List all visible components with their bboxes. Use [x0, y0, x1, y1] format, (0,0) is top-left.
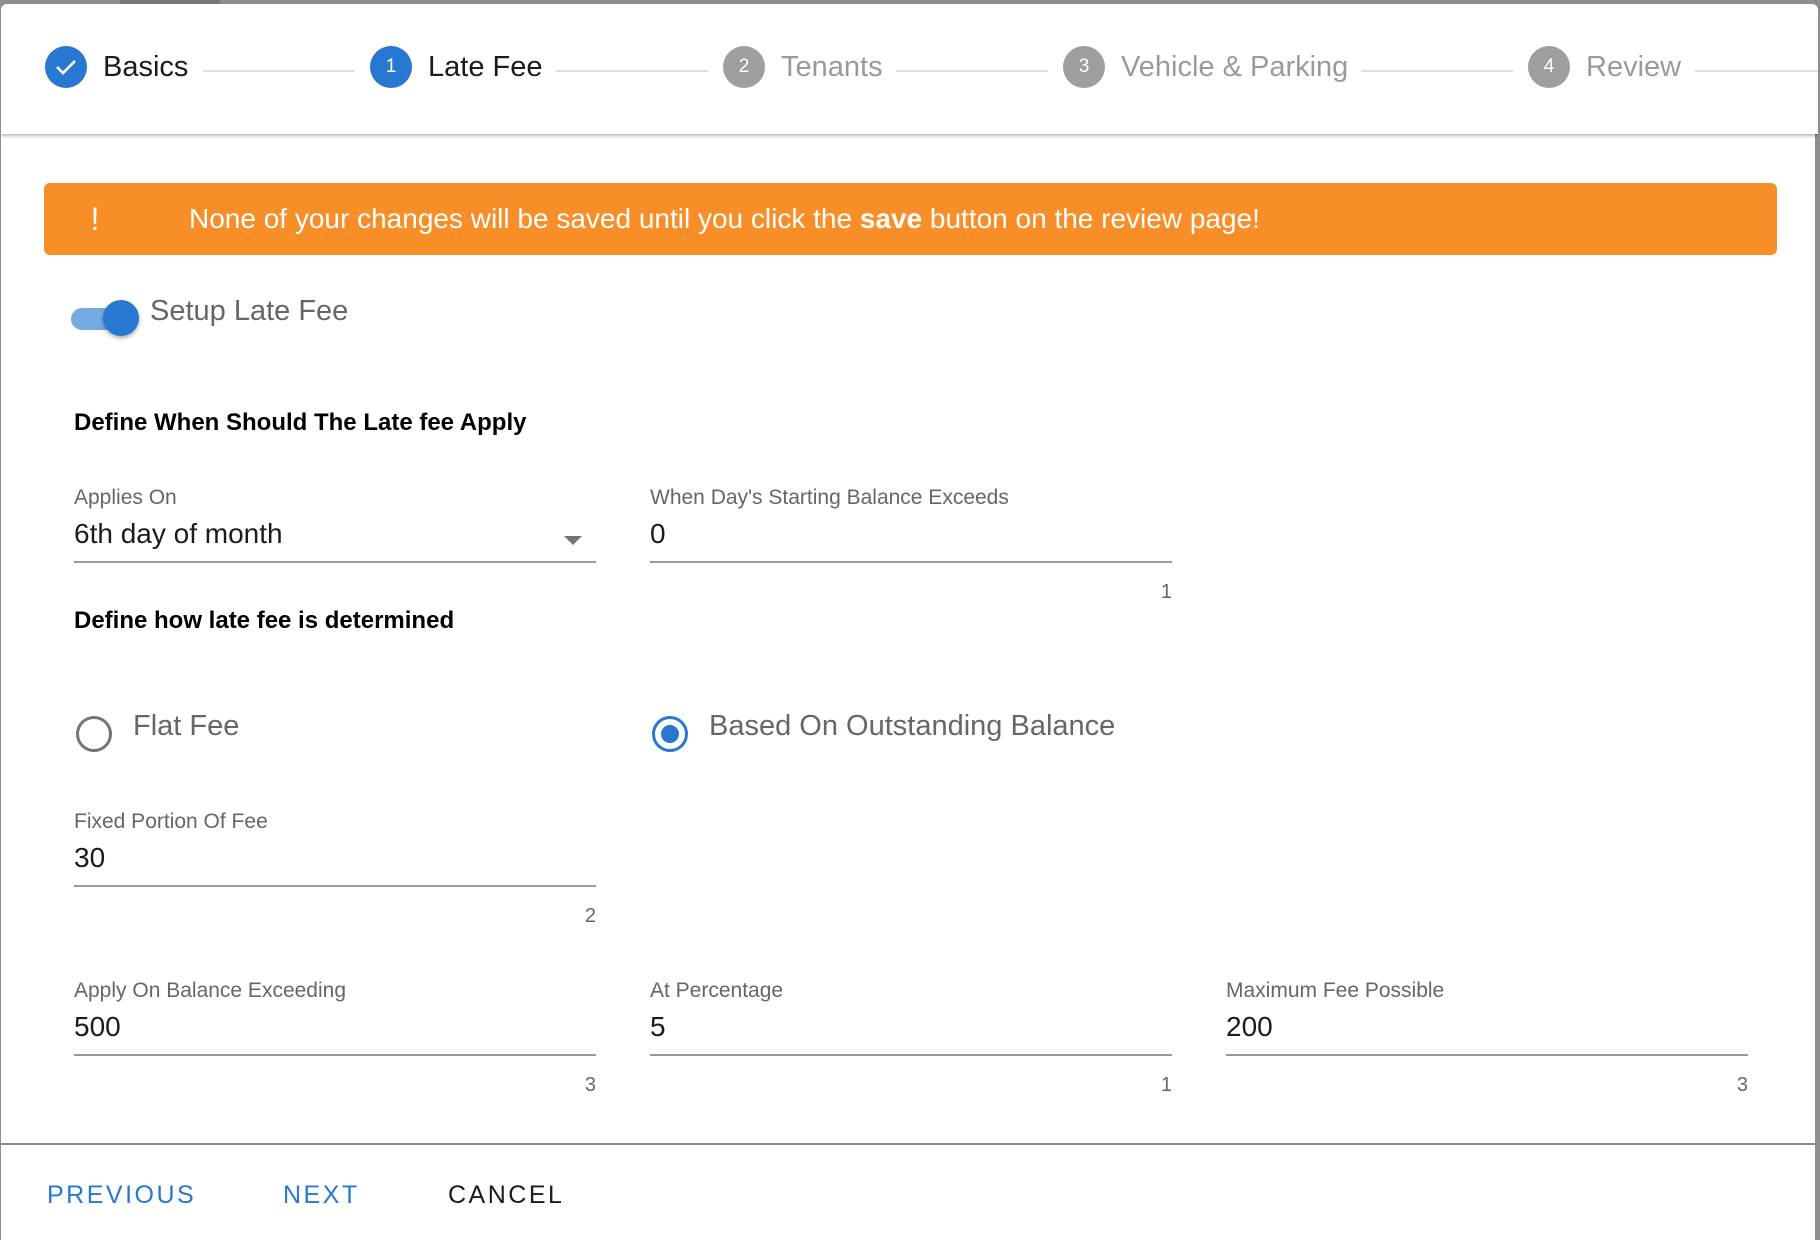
step-label: Basics — [103, 50, 189, 83]
toggle-thumb — [103, 300, 139, 336]
previous-button[interactable]: PREVIOUS — [47, 1181, 196, 1210]
select-value: 6th day of month — [74, 518, 283, 549]
step-connector — [1695, 70, 1818, 72]
apply-on-balance-input[interactable] — [74, 1011, 596, 1043]
footer-divider — [1, 1143, 1818, 1145]
field-underline — [650, 561, 1172, 563]
chevron-down-icon[interactable] — [564, 536, 582, 545]
field-label: Maximum Fee Possible — [1226, 979, 1445, 1002]
warning-icon: ! — [90, 200, 100, 237]
fixed-portion-input[interactable] — [74, 842, 596, 874]
starting-balance-input[interactable] — [650, 518, 1172, 550]
at-percentage-input[interactable] — [650, 1011, 1172, 1043]
char-counter: 1 — [1160, 1074, 1172, 1096]
radio-outstanding-balance[interactable]: Based On Outstanding Balance — [652, 710, 1115, 752]
radio-label: Flat Fee — [133, 710, 240, 742]
char-counter: 3 — [1736, 1074, 1748, 1096]
field-underline — [650, 1054, 1172, 1056]
step-number-badge: 4 — [1528, 46, 1570, 88]
step-basics[interactable]: Basics — [45, 46, 188, 88]
char-counter: 3 — [584, 1074, 596, 1096]
radio-label: Based On Outstanding Balance — [709, 710, 1116, 742]
field-label: At Percentage — [650, 979, 784, 1002]
check-icon — [45, 46, 87, 88]
step-label: Vehicle & Parking — [1121, 50, 1349, 83]
field-underline — [74, 885, 596, 887]
setup-late-fee-toggle[interactable] — [71, 300, 141, 336]
toggle-label: Setup Late Fee — [150, 295, 349, 327]
step-connector — [203, 70, 355, 72]
late-fee-dialog: Basics 1 Late Fee 2 Tenants 3 Vehicle & … — [1, 4, 1818, 1240]
char-counter: 1 — [1160, 581, 1172, 603]
step-review[interactable]: 4 Review — [1528, 46, 1681, 88]
step-connector — [896, 70, 1048, 72]
next-button[interactable]: NEXT — [283, 1181, 360, 1210]
step-connector — [1361, 70, 1513, 72]
field-underline — [74, 561, 596, 563]
step-label: Tenants — [781, 50, 883, 83]
stepper: Basics 1 Late Fee 2 Tenants 3 Vehicle & … — [1, 4, 1818, 134]
step-vehicle-parking[interactable]: 3 Vehicle & Parking — [1063, 46, 1348, 88]
step-connector — [556, 70, 708, 72]
field-label: Apply On Balance Exceeding — [74, 979, 347, 1002]
unsaved-changes-banner: ! None of your changes will be saved unt… — [44, 183, 1777, 255]
section-heading-how: Define how late fee is determined — [74, 607, 455, 634]
char-counter: 2 — [584, 905, 596, 927]
cancel-button[interactable]: CANCEL — [448, 1181, 564, 1210]
field-label: Fixed Portion Of Fee — [74, 810, 268, 833]
dialog-edge — [1815, 4, 1818, 1240]
step-number-badge: 1 — [370, 46, 412, 88]
step-tenants[interactable]: 2 Tenants — [723, 46, 883, 88]
step-number-badge: 2 — [723, 46, 765, 88]
step-label: Review — [1586, 50, 1682, 83]
field-label: When Day's Starting Balance Exceeds — [650, 486, 1009, 509]
banner-message: None of your changes will be saved until… — [189, 203, 1260, 234]
field-label: Applies On — [74, 486, 177, 509]
step-late-fee[interactable]: 1 Late Fee — [370, 46, 542, 88]
max-fee-input[interactable] — [1226, 1011, 1748, 1043]
radio-unchecked-icon — [76, 716, 112, 752]
section-heading-when: Define When Should The Late fee Apply — [74, 409, 527, 436]
field-underline — [1226, 1054, 1748, 1056]
radio-flat-fee[interactable]: Flat Fee — [76, 710, 239, 752]
step-number-badge: 3 — [1063, 46, 1105, 88]
field-underline — [74, 1054, 596, 1056]
radio-checked-icon — [652, 716, 688, 752]
step-label: Late Fee — [428, 50, 543, 83]
